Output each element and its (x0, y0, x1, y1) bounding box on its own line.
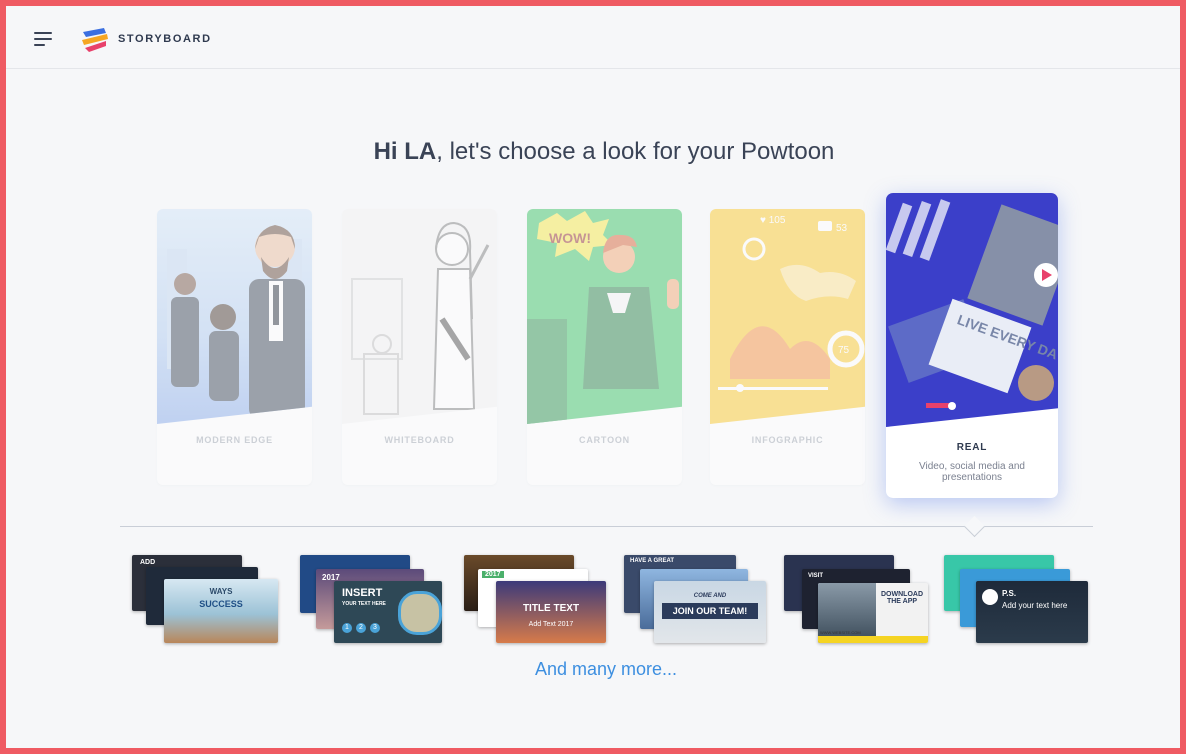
template-slide-top-text: ADD (140, 559, 156, 566)
step-2: 2 (356, 623, 366, 633)
brand-name: STORYBOARD (118, 33, 212, 45)
template-slide-title: INSERT (342, 587, 383, 599)
globe-graphic (398, 591, 442, 635)
template-slide-front: TITLE TEXT Add Text 2017 (496, 581, 606, 643)
infographic-progress-badge: 75 (838, 345, 850, 356)
top-bar: STORYBOARD (6, 6, 1180, 69)
style-label-infographic: INFOGRAPHIC (751, 435, 824, 445)
template-slide-sub: P.S. (1002, 589, 1017, 598)
style-description-real: Video, social media and presentations (919, 461, 1025, 483)
template-slide-front: DOWNLOAD THE APP WWW.WEBSITE.COM (818, 583, 928, 643)
step-1: 1 (342, 623, 352, 633)
template-group-2[interactable]: 2017 INSERT YOUR TEXT HERE 1 2 3 (300, 549, 452, 649)
template-slide-title: Add your text here (1002, 601, 1068, 610)
real-illustration: LIVE EVERY DAY (886, 193, 1058, 427)
template-slide-front: INSERT YOUR TEXT HERE 1 2 3 (334, 581, 442, 643)
template-slide-title: JOIN OUR TEAM! (662, 603, 758, 619)
infographic-likes-badge: ♥ 105 (760, 215, 786, 226)
hamburger-menu-icon[interactable] (34, 32, 54, 46)
template-slide-front: P.S. Add your text here (976, 581, 1088, 643)
template-slide-front: WAYS SUCCESS (164, 579, 278, 643)
infographic-photos-badge: 53 (836, 223, 848, 234)
template-slide-sub: WAYS (209, 587, 233, 596)
template-slide-title: DOWNLOAD THE APP (881, 591, 923, 605)
infographic-illustration: ♥ 105 53 75 (710, 209, 865, 424)
template-group-4[interactable]: HAVE A GREAT COME AND JOIN OUR TEAM! (624, 549, 776, 649)
style-label-cartoon: CARTOON (579, 435, 630, 445)
style-label-whiteboard: WHITEBOARD (384, 435, 455, 445)
cartoon-illustration: WOW! (527, 209, 682, 424)
template-slide-top-text: HAVE A GREAT (630, 558, 675, 564)
style-card-modern-edge[interactable]: MODERN EDGE (157, 209, 312, 485)
storyboard-logo-icon (82, 28, 108, 52)
template-slide-top-text: 2017 (482, 571, 504, 578)
template-slide-title: SUCCESS (199, 599, 243, 609)
greeting-text: , let's choose a look for your Powtoon (436, 138, 835, 165)
and-many-more-link[interactable]: And many more... (6, 659, 1180, 680)
greeting-name: Hi LA (373, 138, 437, 165)
template-slide-title: TITLE TEXT (522, 603, 580, 614)
style-card-real[interactable]: LIVE EVERY DAY REAL Video, social media … (886, 193, 1058, 498)
divider-line (120, 526, 1093, 527)
step-3: 3 (370, 623, 380, 633)
template-slide-sub: Add Text 2017 (528, 621, 574, 628)
storyboard-logo[interactable]: STORYBOARD (80, 24, 212, 54)
style-label-modern-edge: MODERN EDGE (196, 435, 273, 445)
template-preview-row: ADD WAYS SUCCESS 2017 INSERT YOUR TEXT H… (126, 549, 1096, 649)
selected-pointer (963, 515, 986, 538)
avatar (982, 589, 998, 605)
template-footer-bar (818, 636, 928, 643)
template-steps: 1 2 3 (342, 623, 380, 633)
style-card-whiteboard[interactable]: WHITEBOARD (342, 209, 497, 485)
template-group-5[interactable]: VISIT DOWNLOAD THE APP WWW.WEBSITE.COM (784, 549, 936, 649)
template-slide-sub: WWW.WEBSITE.COM (820, 630, 861, 635)
template-slide-front: COME AND JOIN OUR TEAM! (654, 581, 766, 643)
template-slide-sub: YOUR TEXT HERE (342, 601, 386, 607)
template-group-3[interactable]: 2017 TITLE TEXT Add Text 2017 (464, 549, 616, 649)
template-slide-top-text: VISIT (808, 573, 824, 579)
template-group-6[interactable]: P.S. Add your text here (944, 549, 1096, 649)
template-slide-sub: COME AND (693, 593, 727, 599)
app-frame: STORYBOARD Hi LA, let's choose a look fo… (0, 0, 1186, 754)
page-title: Hi LA, let's choose a look for your Powt… (6, 138, 1180, 166)
modern-edge-illustration (157, 209, 312, 424)
style-card-cartoon[interactable]: WOW! CARTOON (527, 209, 682, 485)
style-label-real: REAL (956, 442, 988, 453)
template-group-1[interactable]: ADD WAYS SUCCESS (132, 549, 284, 649)
cartoon-wow-text: WOW! (549, 230, 591, 246)
whiteboard-illustration (342, 209, 497, 424)
style-card-infographic[interactable]: ♥ 105 53 75 INFOGRAPHIC (710, 209, 865, 485)
